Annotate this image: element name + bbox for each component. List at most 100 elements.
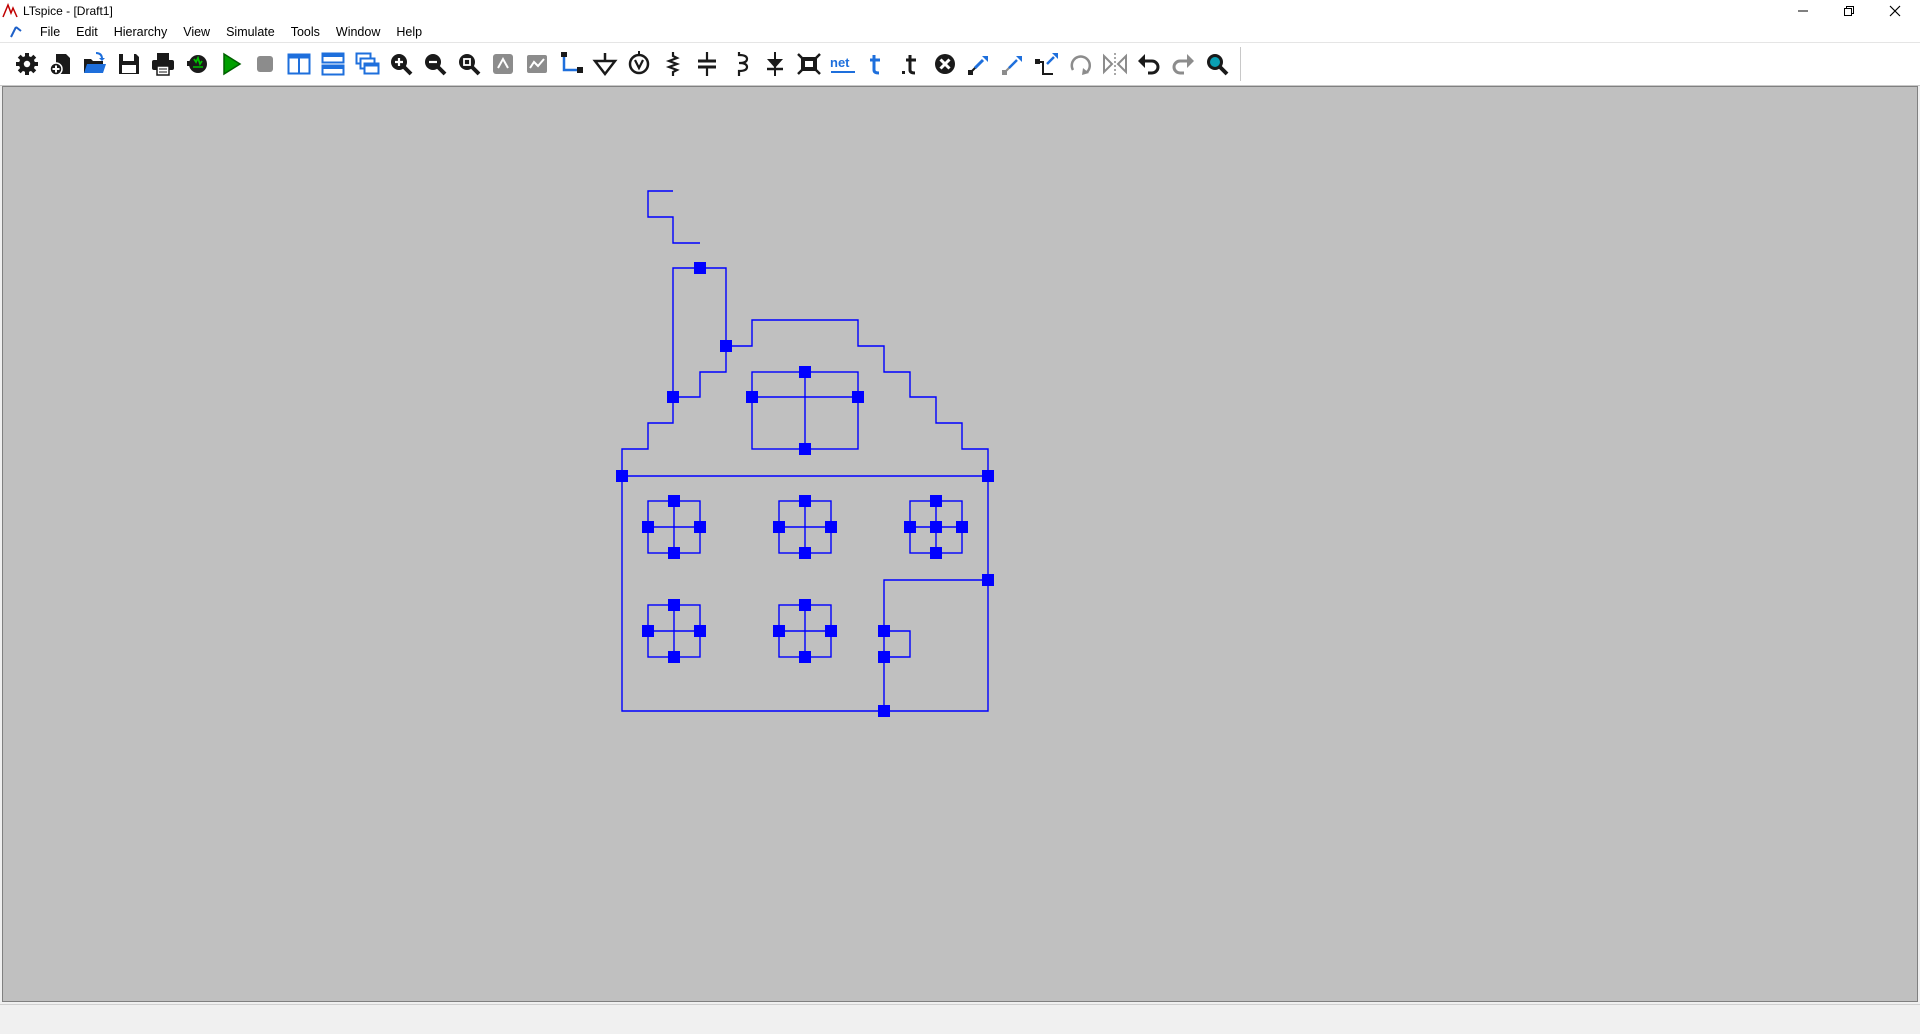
drag-icon <box>1035 53 1058 75</box>
settings-button[interactable] <box>10 47 44 81</box>
tile-vertical-button[interactable] <box>282 47 316 81</box>
tile-horizontal-icon <box>321 52 345 76</box>
net-label-icon: net <box>830 55 855 73</box>
duplicate-button[interactable] <box>962 47 996 81</box>
zoom-in-icon <box>391 54 413 76</box>
duplicate-icon <box>968 56 988 75</box>
delete-button[interactable] <box>928 47 962 81</box>
save-button[interactable] <box>112 47 146 81</box>
document-icon[interactable] <box>6 23 26 41</box>
tile-vertical-icon <box>287 53 311 75</box>
restore-button[interactable] <box>1826 0 1872 22</box>
wire-button[interactable] <box>554 47 588 81</box>
close-button[interactable] <box>1872 0 1918 22</box>
minimize-button[interactable] <box>1780 0 1826 22</box>
svg-text:net: net <box>830 55 850 70</box>
find-icon <box>1207 54 1229 76</box>
resistor-icon <box>665 52 681 76</box>
wire[interactable] <box>700 267 727 346</box>
capacitor-button[interactable] <box>690 47 724 81</box>
menu-edit[interactable]: Edit <box>68 22 106 42</box>
move-button[interactable] <box>996 47 1030 81</box>
close-icon <box>1889 5 1901 17</box>
mirror-icon <box>1103 53 1127 75</box>
tile-horizontal-button[interactable] <box>316 47 350 81</box>
component-button[interactable] <box>792 47 826 81</box>
restore-icon <box>1844 6 1854 16</box>
text-icon <box>870 55 880 75</box>
zoom-out-button[interactable] <box>418 47 452 81</box>
redo-button[interactable] <box>1166 47 1200 81</box>
spice-directive-icon <box>902 55 916 75</box>
delete-icon <box>935 54 955 74</box>
menu-bar: File Edit Hierarchy View Simulate Tools … <box>0 22 1920 58</box>
rotate-icon <box>1070 55 1092 75</box>
spice-directive-button[interactable] <box>894 47 928 81</box>
new-schematic-button[interactable] <box>44 47 78 81</box>
door-wire[interactable] <box>883 579 988 711</box>
zoom-fit-icon <box>459 54 481 76</box>
gear-icon <box>16 53 38 75</box>
minimize-icon <box>1798 10 1808 12</box>
run-button[interactable] <box>214 47 248 81</box>
diode-button[interactable] <box>758 47 792 81</box>
pan-button[interactable] <box>486 47 520 81</box>
wire[interactable] <box>621 397 674 476</box>
run-icon <box>223 52 242 76</box>
wire[interactable] <box>779 605 831 657</box>
print-icon <box>152 53 174 76</box>
wire[interactable] <box>647 190 700 244</box>
redo-icon <box>1172 54 1194 75</box>
undo-icon <box>1138 54 1160 75</box>
pan-icon <box>493 54 513 74</box>
autorange-button[interactable] <box>520 47 554 81</box>
toolbar: net <box>0 43 1920 86</box>
menu-window[interactable]: Window <box>328 22 388 42</box>
autorange-icon <box>527 55 547 73</box>
menu-tools[interactable]: Tools <box>283 22 328 42</box>
rotate-button[interactable] <box>1064 47 1098 81</box>
open-folder-icon <box>84 52 106 73</box>
menu-simulate[interactable]: Simulate <box>218 22 283 42</box>
component-icon <box>797 53 821 75</box>
schematic-canvas[interactable] <box>2 86 1918 1002</box>
wire[interactable] <box>752 372 858 449</box>
menu-file[interactable]: File <box>32 22 68 42</box>
voltage-source-icon <box>628 51 650 75</box>
menu-hierarchy[interactable]: Hierarchy <box>106 22 176 42</box>
resistor-button[interactable] <box>656 47 690 81</box>
halt-icon <box>257 56 273 72</box>
control-panel-button[interactable] <box>180 47 214 81</box>
inductor-button[interactable] <box>724 47 758 81</box>
wire[interactable] <box>672 267 700 397</box>
hammer-icon <box>187 55 207 73</box>
inductor-icon <box>737 52 749 76</box>
move-icon <box>1002 56 1022 75</box>
mirror-button[interactable] <box>1098 47 1132 81</box>
menu-help[interactable]: Help <box>388 22 430 42</box>
wire[interactable] <box>779 501 831 553</box>
ground-button[interactable] <box>588 47 622 81</box>
ground-icon <box>592 53 618 77</box>
menu-view[interactable]: View <box>175 22 218 42</box>
undo-button[interactable] <box>1132 47 1166 81</box>
find-button[interactable] <box>1200 47 1234 81</box>
title-bar: LTspice - [Draft1] <box>0 0 1920 22</box>
zoom-fit-button[interactable] <box>452 47 486 81</box>
drag-button[interactable] <box>1030 47 1064 81</box>
schematic-drawing <box>616 190 994 717</box>
zoom-in-button[interactable] <box>384 47 418 81</box>
wire[interactable] <box>673 346 727 398</box>
wire[interactable] <box>648 605 700 657</box>
cascade-button[interactable] <box>350 47 384 81</box>
voltage-source-button[interactable] <box>622 47 656 81</box>
zoom-out-icon <box>425 54 447 76</box>
open-button[interactable] <box>78 47 112 81</box>
text-button[interactable] <box>860 47 894 81</box>
wire[interactable] <box>648 501 700 553</box>
print-button[interactable] <box>146 47 180 81</box>
capacitor-icon <box>698 52 716 76</box>
status-bar <box>0 1004 1920 1034</box>
net-label-button[interactable]: net <box>826 47 860 81</box>
halt-button[interactable] <box>248 47 282 81</box>
